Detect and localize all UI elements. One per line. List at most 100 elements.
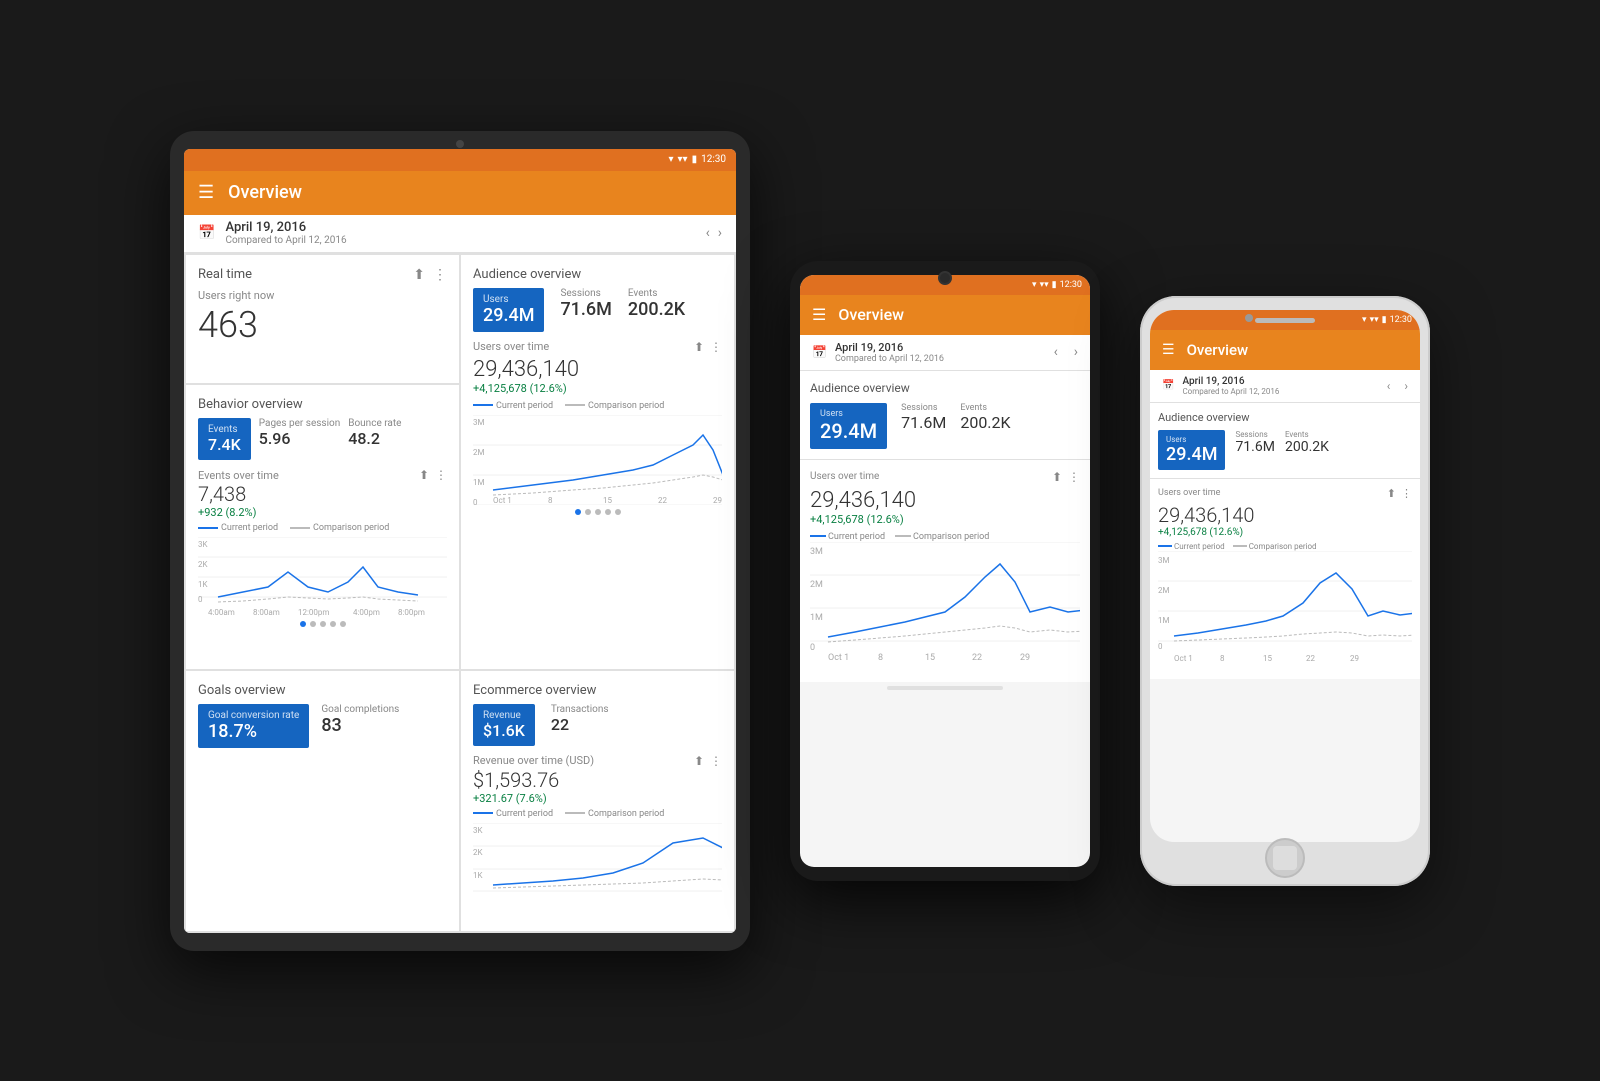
android-sessions-col: Sessions 71.6M [901, 403, 946, 432]
android-prev[interactable]: ‹ [1054, 344, 1058, 360]
completions-stat: Goal completions 83 [321, 704, 399, 736]
audience-share-icon[interactable]: ⬆ [694, 340, 704, 354]
pages-val: 5.96 [259, 429, 340, 448]
android-chart: 3M 2M 1M 0 Oct 1 8 15 22 29 [810, 542, 1080, 672]
iphone-uot-more[interactable]: ⋮ [1401, 487, 1412, 500]
iphone-uot-label: Users over time [1158, 488, 1387, 498]
svg-text:8: 8 [1220, 654, 1225, 663]
transactions-val: 22 [551, 715, 609, 734]
iphone-signal: ▾▾ [1370, 315, 1379, 325]
svg-text:Oct 1: Oct 1 [493, 496, 512, 505]
iphone-speaker [1255, 318, 1315, 323]
completions-label: Goal completions [321, 704, 399, 715]
svg-text:Oct 1: Oct 1 [828, 653, 849, 663]
android-audience-section: Audience overview Users 29.4M Sessions 7… [800, 371, 1090, 459]
next-arrow[interactable]: › [718, 225, 722, 241]
svg-text:4:00pm: 4:00pm [353, 608, 380, 617]
android-menu-icon[interactable]: ☰ [812, 305, 826, 324]
android-events-label: Events [960, 403, 1010, 413]
revenue-count: $1,593.76 [473, 768, 722, 792]
iphone-sessions-col: Sessions 71.6M [1235, 430, 1275, 455]
android-uot-more[interactable]: ⋮ [1068, 470, 1080, 484]
iphone-camera [1245, 314, 1253, 322]
events-badge-label: Events [208, 424, 241, 435]
svg-text:3K: 3K [198, 540, 208, 549]
iphone-audience: Audience overview Users 29.4M Sessions 7… [1150, 403, 1420, 478]
iphone-menu-icon[interactable]: ☰ [1162, 342, 1175, 358]
behavior-share-icon[interactable]: ⬆ [419, 468, 429, 482]
svg-text:0: 0 [473, 498, 478, 505]
iphone-uot-change: +4,125,678 (12.6%) [1158, 527, 1412, 538]
svg-text:8:00pm: 8:00pm [398, 608, 425, 617]
svg-text:2M: 2M [473, 448, 484, 457]
iphone-chart: 3M 2M 1M 0 Oct 1 8 15 22 29 [1158, 551, 1412, 671]
audience-chart-legend: Current period Comparison period [473, 401, 722, 411]
audience-stats-row: Users 29.4M Sessions 71.6M Events 200.2K [473, 288, 722, 332]
svg-text:1M: 1M [810, 613, 823, 623]
android-phone-frame: ▾ ▾▾ ▮ 12:30 ☰ Overview 📅 April 19, 2016… [790, 261, 1100, 881]
android-title: Overview [838, 305, 904, 324]
android-events-col: Events 200.2K [960, 403, 1010, 432]
users-stat[interactable]: Users 29.4M [473, 288, 544, 332]
android-date: April 19, 2016 [835, 341, 944, 354]
android-chart-legend: Current period Comparison period [810, 532, 1080, 542]
ecommerce-share-icon[interactable]: ⬆ [694, 754, 704, 768]
iphone-sessions-label: Sessions [1235, 430, 1275, 439]
prev-arrow[interactable]: ‹ [706, 225, 710, 241]
android-next[interactable]: › [1074, 344, 1078, 360]
android-signal: ▾▾ [1040, 280, 1049, 290]
transactions-label: Transactions [551, 704, 609, 715]
android-uot-change: +4,125,678 (12.6%) [810, 513, 1080, 526]
svg-text:3K: 3K [473, 826, 483, 835]
iphone-prev[interactable]: ‹ [1387, 379, 1391, 393]
iphone-users-label: Users [1166, 435, 1217, 444]
events-count: 7,438 [198, 482, 447, 506]
audience-dots [473, 505, 722, 519]
svg-text:29: 29 [1020, 653, 1030, 663]
revenue-change: +321.67 (7.6%) [473, 792, 722, 805]
iphone-home-button[interactable] [1265, 838, 1305, 878]
bounce-label: Bounce rate [348, 418, 401, 429]
android-uot-share[interactable]: ⬆ [1052, 470, 1062, 484]
android-sessions-label: Sessions [901, 403, 946, 413]
behavior-legend: Current period Comparison period [198, 523, 447, 533]
android-users-label: Users [820, 409, 877, 419]
svg-text:8: 8 [878, 653, 883, 663]
signal-icon: ▾▾ [678, 154, 688, 165]
conversion-label: Goal conversion rate [208, 710, 299, 721]
iphone-users-val: 29.4M [1166, 444, 1217, 465]
audience-more-icon[interactable]: ⋮ [710, 340, 722, 354]
android-battery: ▮ [1052, 280, 1057, 290]
iphone-users-blue[interactable]: Users 29.4M [1158, 430, 1225, 470]
more-icon[interactable]: ⋮ [433, 267, 447, 283]
date-primary: April 19, 2016 [225, 220, 346, 235]
svg-text:22: 22 [658, 496, 667, 505]
android-date-bar: 📅 April 19, 2016 Compared to April 12, 2… [800, 335, 1090, 371]
users-count: 29,436,140 [473, 357, 722, 382]
iphone-date-bar: 📅 April 19, 2016 Compared to April 12, 2… [1150, 370, 1420, 403]
svg-text:15: 15 [1263, 654, 1272, 663]
tablet-toolbar: ☰ Overview [184, 171, 736, 215]
wifi-icon: ▾ [669, 154, 674, 165]
behavior-title: Behavior overview [198, 397, 447, 412]
devices-container: ▾ ▾▾ ▮ 12:30 ☰ Overview 📅 April 19, 2016… [170, 131, 1430, 951]
android-users-val: 29.4M [820, 419, 877, 443]
revenue-over-time-label: Revenue over time (USD) [473, 754, 694, 767]
iphone-uot-count: 29,436,140 [1158, 503, 1412, 527]
svg-text:0: 0 [1158, 642, 1163, 651]
events-label: Events [628, 288, 685, 299]
android-users-blue[interactable]: Users 29.4M [810, 403, 887, 449]
ecommerce-chart: 3K 2K 1K [473, 823, 722, 893]
audience-card: Audience overview Users 29.4M Sessions 7… [461, 255, 734, 669]
ecommerce-more-icon[interactable]: ⋮ [710, 754, 722, 768]
behavior-more-icon[interactable]: ⋮ [435, 468, 447, 482]
date-bar: 📅 April 19, 2016 Compared to April 12, 2… [184, 215, 736, 253]
iphone-uot-share[interactable]: ⬆ [1387, 487, 1396, 500]
iphone-time: 12:30 [1390, 315, 1412, 325]
iphone-audience-title: Audience overview [1158, 411, 1412, 424]
iphone-frame: ▾ ▾▾ ▮ 12:30 ☰ Overview 📅 April 19, 2016… [1140, 296, 1430, 886]
share-icon[interactable]: ⬆ [413, 267, 425, 283]
android-uot-label: Users over time [810, 471, 1052, 482]
menu-icon[interactable]: ☰ [198, 182, 214, 203]
iphone-next[interactable]: › [1404, 379, 1408, 393]
